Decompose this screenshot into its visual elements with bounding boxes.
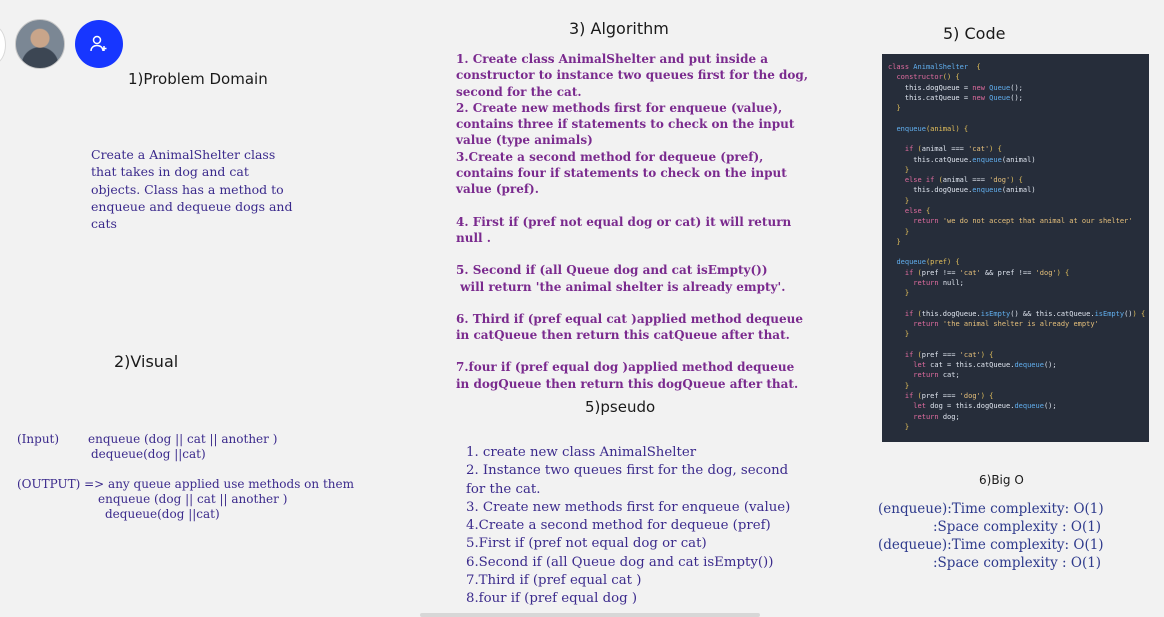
code-line: return cat; <box>913 371 960 380</box>
code-line: } <box>904 165 910 174</box>
add-collaborator-button[interactable] <box>75 20 123 68</box>
algorithm-step: 3.Create a second method for dequeue (pr… <box>456 149 787 197</box>
code-line: class AnimalShelter { <box>888 63 981 71</box>
algorithm-step: 2. Create new methods first for enqueue … <box>456 100 795 148</box>
code-heading: 5) Code <box>943 24 1006 43</box>
code-line: this.catQueue = new Queue(); <box>888 93 1023 102</box>
code-line: else if (animal === 'dog') { <box>904 176 1023 185</box>
code-line: this.dogQueue = new Queue(); <box>888 83 1023 92</box>
code-line <box>888 340 1149 350</box>
pseudo-step: 1. create new class AnimalShelter <box>466 445 697 460</box>
problem-domain-heading: 1)Problem Domain <box>128 70 268 88</box>
visual-output-line: (OUTPUT) => any queue applied use method… <box>17 477 354 491</box>
pseudo-step: 8.four if (pref equal dog ) <box>466 591 638 607</box>
visual-output-line3: dequeue(dog ||cat) <box>105 507 220 521</box>
code-line: } <box>896 237 901 246</box>
visual-output-line2: enqueue (dog || cat || another ) <box>98 492 288 506</box>
horizontal-scrollbar[interactable] <box>420 613 760 617</box>
code-line: constructor() { <box>896 73 960 82</box>
visual-input-label: (Input) <box>17 432 60 446</box>
pseudo-heading: 5)pseudo <box>585 398 656 416</box>
code-line: } <box>904 330 910 339</box>
code-line: if (this.dogQueue.isEmpty() && this.catQ… <box>904 309 1146 318</box>
code-line: return null; <box>913 278 964 287</box>
problem-domain-text: Create a AnimalShelter class that takes … <box>91 147 293 232</box>
code-line: if (pref === 'cat') { <box>904 350 994 359</box>
algorithm-step: will return 'the animal shelter is alrea… <box>456 279 786 294</box>
code-line <box>888 247 1149 257</box>
code-line: if (animal === 'cat') { <box>904 145 1002 154</box>
code-line: } <box>904 381 910 390</box>
big-o-heading: 6)Big O <box>979 473 1024 487</box>
visual-heading: 2)Visual <box>114 352 179 371</box>
pseudo-step: 5.First if (pref not equal dog or cat) <box>466 536 707 552</box>
big-o-enqueue-time: (enqueue):Time complexity: O(1) <box>878 501 1104 517</box>
visual-input-line2: dequeue(dog ||cat) <box>91 447 206 461</box>
code-line: this.catQueue.enqueue(animal) <box>888 155 1036 164</box>
algorithm-step: 7.four if (pref equal dog )applied metho… <box>456 360 799 391</box>
code-line: return dog; <box>913 412 960 421</box>
algorithm-step: 1. Create class AnimalShelter and put in… <box>456 52 808 99</box>
pseudo-step: 7.Third if (pref equal cat ) <box>466 573 642 589</box>
big-o-enqueue-space: :Space complexity : O(1) <box>933 519 1102 535</box>
code-line: } <box>896 104 901 113</box>
algorithm-step: 5. Second if (all Queue dog and cat isEm… <box>456 263 768 278</box>
code-line: else { <box>904 206 931 215</box>
algorithm-steps: 1. Create class AnimalShelter and put in… <box>456 51 811 392</box>
algorithm-step: 4. First if (pref not equal dog or cat) … <box>456 214 792 245</box>
code-screenshot: class AnimalShelter { constructor() { th… <box>882 54 1149 442</box>
code-line: } <box>904 422 910 431</box>
user-avatar[interactable] <box>15 19 65 69</box>
code-line: return 'the animal shelter is already em… <box>913 320 1099 329</box>
code-line: } <box>904 196 910 205</box>
code-line: return 'we do not accept that animal at … <box>913 217 1133 226</box>
pseudo-step: 6.Second if (all Queue dog and cat isEmp… <box>466 554 774 570</box>
code-line: this.dogQueue.enqueue(animal) <box>888 186 1036 195</box>
code-line: let dog = this.dogQueue.dequeue(); <box>913 402 1057 411</box>
big-o-dequeue-time: (dequeue):Time complexity: O(1) <box>878 537 1104 553</box>
partial-button[interactable] <box>0 26 6 64</box>
code-line <box>888 298 1149 308</box>
code-line <box>888 134 1149 144</box>
code-line: if (pref === 'dog') { <box>904 392 994 400</box>
code-line: } <box>904 227 910 236</box>
algorithm-heading: 3) Algorithm <box>569 19 669 38</box>
code-line: dequeue(pref) { <box>896 258 960 267</box>
pseudo-step: 3. Create new methods first for enqueue … <box>466 499 791 515</box>
code-line: if (pref !== 'cat' && pref !== 'dog') { <box>904 268 1070 277</box>
code-line: } <box>904 289 910 298</box>
code-line <box>888 113 1149 123</box>
code-line: enqueue(animal) { <box>896 124 969 133</box>
code-line: let cat = this.catQueue.dequeue(); <box>913 361 1057 370</box>
pseudo-steps: 1. create new class AnimalShelter 2. Ins… <box>466 444 811 609</box>
pseudo-step: 4.Create a second method for dequeue (pr… <box>466 518 771 534</box>
algorithm-step: 6. Third if (pref equal cat )applied met… <box>456 311 803 343</box>
add-person-icon <box>90 35 107 52</box>
pseudo-step: 2. Instance two queues first for the dog… <box>466 463 789 497</box>
visual-input-line1: enqueue (dog || cat || another ) <box>88 432 278 446</box>
big-o-dequeue-space: :Space complexity : O(1) <box>933 555 1102 571</box>
